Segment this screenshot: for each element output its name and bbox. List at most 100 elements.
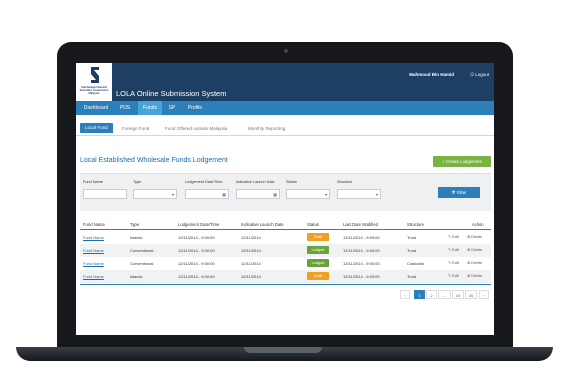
user-name: Mahmoud Bin Hamid xyxy=(409,72,454,77)
edit-icon: ✎ xyxy=(448,274,452,278)
edit-button[interactable]: ✎ Edit xyxy=(448,273,459,278)
lodgement-date-input[interactable]: ▦ xyxy=(185,189,229,199)
status-badge: Draft xyxy=(307,272,329,280)
launch-date-input[interactable]: ▦ xyxy=(236,189,280,199)
delete-label: Delete xyxy=(471,274,483,278)
launch-cell: 12/11/2014 xyxy=(241,274,261,279)
logout-link[interactable]: ⎋ Logout xyxy=(470,72,489,77)
edit-label: Edit xyxy=(452,248,459,252)
chevron-down-icon: ▾ xyxy=(171,192,174,197)
page-button[interactable]: 20 xyxy=(465,290,477,299)
launch-cell: 12/11/2014 xyxy=(241,235,261,240)
edit-button[interactable]: ✎ Edit xyxy=(448,247,459,252)
table-row: Fund Name Islamic 12/11/2014 - 9:00:00 1… xyxy=(80,270,491,283)
lodgement-cell: 12/11/2014 - 9:00:00 xyxy=(178,235,215,240)
structure-cell: Trust xyxy=(407,235,416,240)
type-select[interactable]: ▾ xyxy=(133,189,177,199)
delete-button[interactable]: ⊗ Delete xyxy=(467,273,482,278)
lodgement-cell: 12/11/2014 - 9:00:00 xyxy=(178,248,215,253)
page-ellipsis: ... xyxy=(438,290,451,299)
filter-icon: ⧩ xyxy=(451,190,456,195)
delete-icon: ⊗ xyxy=(467,248,471,252)
fund-name-link[interactable]: Fund Name xyxy=(83,248,104,253)
create-lodgement-label: Create Lodgement xyxy=(446,159,482,164)
tab-monthly-reporting[interactable]: Monthly Reporting xyxy=(248,126,285,131)
status-select[interactable]: ▾ xyxy=(286,189,330,199)
col-action: Action xyxy=(472,222,484,227)
col-status: Status xyxy=(307,222,319,227)
fund-name-input[interactable] xyxy=(83,189,127,199)
chevron-down-icon: ▾ xyxy=(324,192,327,197)
sc-logo-icon xyxy=(91,67,99,83)
structure-select[interactable]: ▾ xyxy=(337,189,381,199)
next-page-button[interactable]: › xyxy=(479,290,489,299)
logout-label: Logout xyxy=(475,72,489,77)
filter-label-structure: Structure xyxy=(337,180,353,184)
structure-cell: Custodial xyxy=(407,261,424,266)
webcam xyxy=(284,49,288,53)
nav-item-funds[interactable]: Funds xyxy=(138,101,162,115)
delete-label: Delete xyxy=(471,235,483,239)
tab-local-fund[interactable]: Local Fund xyxy=(80,123,113,133)
status-badge: Draft xyxy=(307,233,329,241)
chevron-down-icon: ▾ xyxy=(375,192,378,197)
header-divider xyxy=(80,229,491,230)
create-lodgement-button[interactable]: + Create Lodgement xyxy=(433,156,491,167)
col-fund-name: Fund Name xyxy=(83,222,105,227)
col-last-modified: Last Date Modified xyxy=(343,222,378,227)
logo[interactable]: Suruhanjaya Sekuriti Securities Commissi… xyxy=(76,63,112,101)
modified-cell: 12/11/2014 - 9:00:00 xyxy=(343,274,380,279)
type-cell: Islamic xyxy=(130,274,143,279)
fund-name-link[interactable]: Fund Name xyxy=(83,235,104,240)
filter-button[interactable]: ⧩ Filter xyxy=(438,187,480,198)
app-screen: Suruhanjaya Sekuriti Securities Commissi… xyxy=(76,63,494,335)
tab-foreign-fund[interactable]: Foreign Fund xyxy=(122,126,149,131)
delete-button[interactable]: ⊗ Delete xyxy=(467,234,482,239)
filter-label-lodgement-date: Lodgement Date/Time xyxy=(185,180,223,184)
status-badge: Lodged xyxy=(307,246,329,254)
nav-item-dashboard[interactable]: Dashboard xyxy=(80,101,112,115)
edit-button[interactable]: ✎ Edit xyxy=(448,260,459,265)
logo-text: Suruhanjaya Sekuriti Securities Commissi… xyxy=(79,86,109,95)
laptop-notch xyxy=(244,347,322,353)
edit-label: Edit xyxy=(452,235,459,239)
delete-button[interactable]: ⊗ Delete xyxy=(467,247,482,252)
logout-icon: ⎋ xyxy=(470,72,474,77)
lodgement-cell: 12/11/2014 - 9:00:00 xyxy=(178,274,215,279)
page-button[interactable]: 1 xyxy=(414,290,425,299)
fund-name-link[interactable]: Fund Name xyxy=(83,261,104,266)
calendar-icon: ▦ xyxy=(273,192,277,197)
tab-fund-offered-outside[interactable]: Fund Offered outside Malaysia xyxy=(165,126,227,131)
page-button[interactable]: 2 xyxy=(426,290,437,299)
filter-label-launch-date: Indicative Launch Date xyxy=(236,180,275,184)
modified-cell: 12/11/2014 - 9:00:00 xyxy=(343,235,380,240)
table-row: Fund Name Conventional 12/11/2014 - 9:00… xyxy=(80,257,491,270)
nav-item-profile[interactable]: Profile xyxy=(182,101,208,115)
plus-icon: + xyxy=(442,159,445,164)
type-cell: Conventional xyxy=(130,261,154,266)
main-nav: Dashboard PDS Funds SP Profile xyxy=(76,101,494,115)
table-row: Fund Name Conventional 12/11/2014 - 9:00… xyxy=(80,244,491,257)
launch-cell: 12/11/2014 xyxy=(241,248,261,253)
prev-page-button[interactable]: ‹ xyxy=(400,290,410,299)
sub-tabs: Local Fund Foreign Fund Fund Offered out… xyxy=(76,123,494,136)
delete-button[interactable]: ⊗ Delete xyxy=(467,260,482,265)
fund-name-link[interactable]: Fund Name xyxy=(83,274,104,279)
modified-cell: 12/11/2014 - 9:00:00 xyxy=(343,248,380,253)
app-title: LOLA Online Submission System xyxy=(116,89,227,98)
nav-item-pds[interactable]: PDS xyxy=(114,101,136,115)
edit-icon: ✎ xyxy=(448,261,452,265)
launch-cell: 12/11/2014 xyxy=(241,261,261,266)
edit-button[interactable]: ✎ Edit xyxy=(448,234,459,239)
col-structure: Structure xyxy=(407,222,424,227)
page-button[interactable]: 19 xyxy=(452,290,464,299)
edit-label: Edit xyxy=(452,274,459,278)
filter-label: Filter xyxy=(456,190,467,195)
type-cell: Islamic xyxy=(130,235,143,240)
delete-label: Delete xyxy=(471,248,483,252)
type-cell: Conventional xyxy=(130,248,154,253)
calendar-icon: ▦ xyxy=(222,192,226,197)
top-header: Suruhanjaya Sekuriti Securities Commissi… xyxy=(76,63,494,101)
nav-item-sp[interactable]: SP xyxy=(164,101,180,115)
lodgement-cell: 12/11/2014 - 9:00:00 xyxy=(178,261,215,266)
